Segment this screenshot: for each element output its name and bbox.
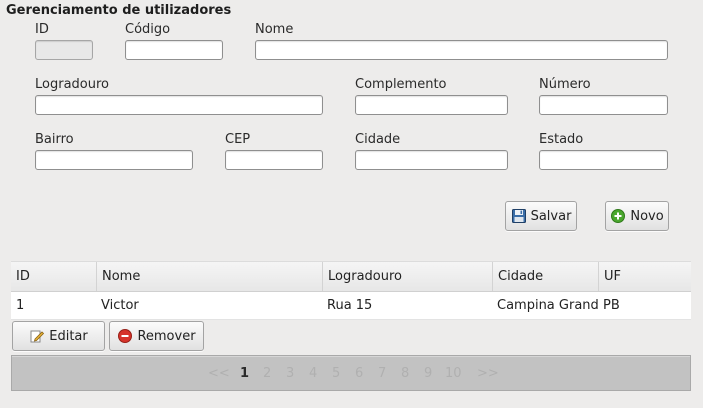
pager-page-10[interactable]: 10	[445, 356, 462, 392]
pencil-icon	[29, 328, 45, 344]
pager-page-6[interactable]: 6	[355, 356, 363, 392]
bairro-label: Bairro	[35, 132, 74, 147]
estado-field[interactable]	[539, 150, 668, 170]
form-title: Gerenciamento de utilizadores	[6, 3, 232, 18]
table-header: ID Nome Logradouro Cidade UF	[11, 261, 691, 292]
pager-prev[interactable]: <<	[208, 356, 230, 392]
cell-id: 1	[16, 298, 25, 313]
codigo-field[interactable]	[125, 40, 223, 60]
pager-page-2[interactable]: 2	[263, 356, 271, 392]
edit-button-label: Editar	[49, 328, 88, 344]
bairro-field[interactable]	[35, 150, 193, 170]
pager-page-4[interactable]: 4	[309, 356, 317, 392]
column-header-nome[interactable]: Nome	[96, 262, 322, 291]
new-button[interactable]: Novo	[605, 201, 669, 231]
new-button-label: Novo	[630, 208, 664, 224]
nome-label: Nome	[255, 22, 294, 37]
pager-page-7[interactable]: 7	[378, 356, 386, 392]
logradouro-field[interactable]	[35, 95, 323, 115]
complemento-label: Complemento	[355, 77, 447, 92]
complemento-field[interactable]	[355, 95, 508, 115]
id-label: ID	[35, 22, 49, 37]
pager-page-8[interactable]: 8	[401, 356, 409, 392]
edit-button[interactable]: Editar	[12, 321, 105, 351]
pager-page-9[interactable]: 9	[424, 356, 432, 392]
cell-uf: PB	[603, 298, 620, 313]
table-row[interactable]: 1 Victor Rua 15 Campina Grande PB	[11, 292, 691, 320]
nome-field[interactable]	[255, 40, 668, 60]
logradouro-label: Logradouro	[35, 77, 109, 92]
save-button[interactable]: Salvar	[505, 201, 577, 231]
cep-field[interactable]	[225, 150, 323, 170]
users-table: ID Nome Logradouro Cidade UF 1 Victor Ru…	[11, 261, 691, 320]
pager-page-3[interactable]: 3	[286, 356, 294, 392]
column-header-cidade[interactable]: Cidade	[492, 262, 598, 291]
remove-button-label: Remover	[137, 328, 196, 344]
pager-page-1[interactable]: 1	[240, 356, 249, 392]
cep-label: CEP	[225, 132, 251, 147]
cidade-label: Cidade	[355, 132, 401, 147]
floppy-disk-icon	[511, 208, 527, 224]
cidade-field[interactable]	[355, 150, 508, 170]
cell-logradouro: Rua 15	[327, 298, 373, 313]
estado-label: Estado	[539, 132, 584, 147]
codigo-label: Código	[125, 22, 171, 37]
pagination-bar: << 1 2 3 4 5 6 7 8 9 10 >>	[11, 355, 691, 391]
pager-page-5[interactable]: 5	[332, 356, 340, 392]
id-field	[35, 40, 93, 60]
green-plus-icon	[610, 208, 626, 224]
cell-nome: Victor	[101, 298, 139, 313]
numero-field[interactable]	[539, 95, 668, 115]
cell-cidade: Campina Grande	[497, 298, 598, 313]
pager-next[interactable]: >>	[477, 356, 499, 392]
save-button-label: Salvar	[530, 208, 572, 224]
remove-button[interactable]: Remover	[109, 321, 204, 351]
red-minus-icon	[117, 328, 133, 344]
column-header-id[interactable]: ID	[11, 262, 96, 291]
column-header-uf[interactable]: UF	[598, 262, 691, 291]
numero-label: Número	[539, 77, 591, 92]
column-header-logradouro[interactable]: Logradouro	[322, 262, 492, 291]
